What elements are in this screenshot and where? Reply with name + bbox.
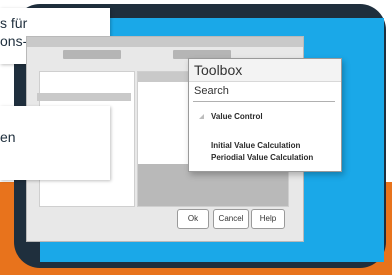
tree-item-periodial-value-calculation[interactable]: Periodial Value Calculation [211,153,313,162]
cancel-button[interactable]: Cancel [213,209,249,229]
left-panel-list-row[interactable] [37,93,131,101]
toolbox-search-field[interactable]: Search [194,85,229,97]
callout-text-bottom: en [0,106,110,180]
ok-button[interactable]: Ok [177,209,209,229]
toolbox-popup: Toolbox Search Value Control Initial Val… [188,58,342,172]
callout-top-line-1: s für [0,15,28,31]
tree-expand-caret-icon[interactable] [199,114,204,119]
help-button[interactable]: Help [251,209,285,229]
dialog-titlebar [27,37,303,47]
callout-bottom-line-1: en [0,129,16,145]
dialog-header-placeholder-left [63,50,121,59]
search-underline [193,101,335,102]
tree-item-value-control[interactable]: Value Control [211,112,263,121]
toolbox-title: Toolbox [194,62,243,78]
tree-item-initial-value-calculation[interactable]: Initial Value Calculation [211,141,300,150]
callout-top-line-2: ons- [0,33,28,49]
toolbox-header: Toolbox [189,59,341,82]
